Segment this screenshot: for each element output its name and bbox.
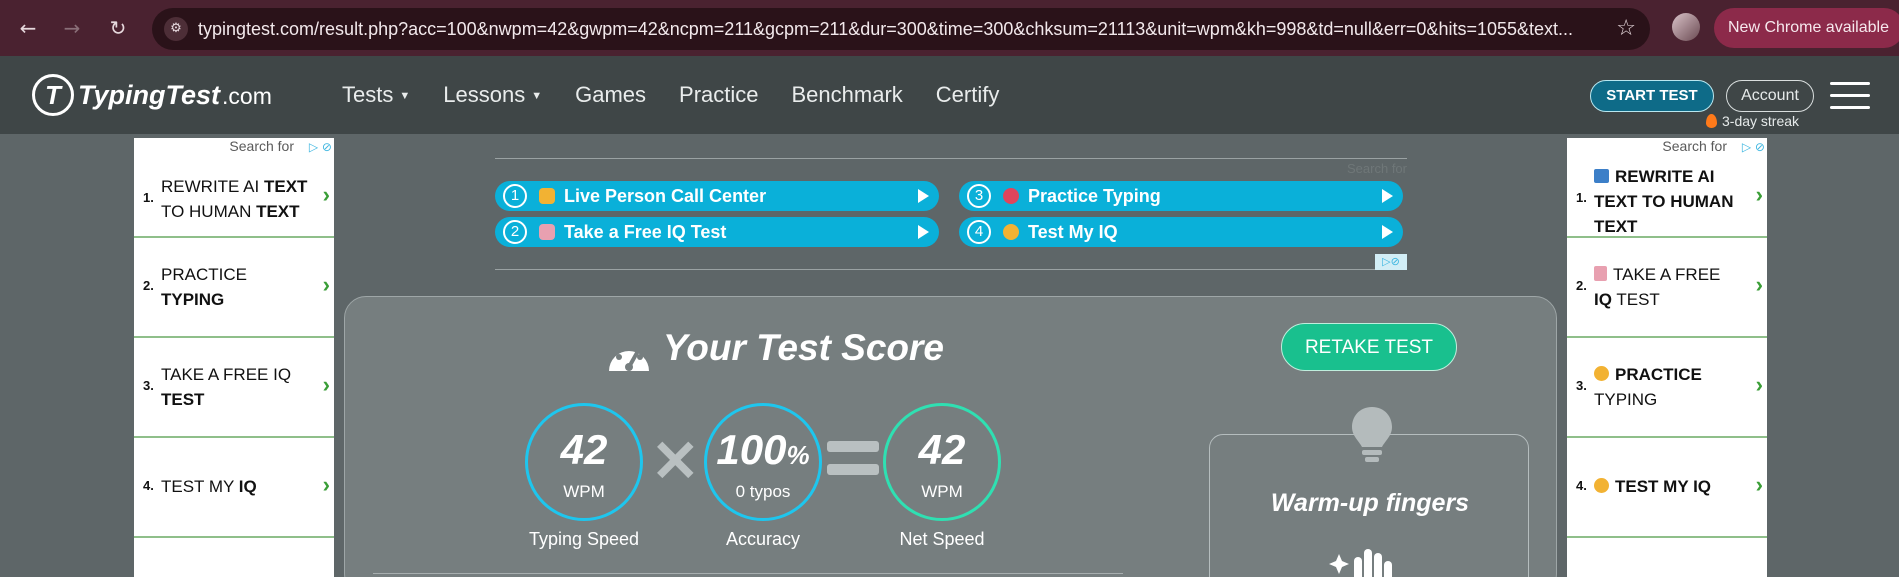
face-emoji-icon bbox=[1003, 224, 1019, 240]
caret-down-icon: ▼ bbox=[531, 90, 543, 102]
logo-text: TypingTest bbox=[78, 79, 221, 110]
caret-down-icon: ▼ bbox=[399, 90, 411, 102]
clipboard-emoji-icon bbox=[1594, 266, 1607, 281]
lightbulb-icon bbox=[1352, 407, 1392, 462]
typing-speed-label: Typing Speed bbox=[528, 529, 640, 549]
multiply-icon: ✕ bbox=[651, 429, 700, 494]
start-test-button[interactable]: START TEST bbox=[1590, 80, 1714, 112]
ad-link[interactable]: 4. TEST MY IQ › bbox=[1567, 438, 1767, 538]
accuracy-value: 100% bbox=[716, 426, 810, 473]
book-emoji-icon bbox=[1594, 169, 1609, 183]
account-button[interactable]: Account bbox=[1726, 80, 1814, 112]
typing-speed-unit: WPM bbox=[563, 482, 605, 501]
banner-ad-link[interactable]: 4 Test My IQ bbox=[959, 217, 1403, 247]
site-info-icon[interactable]: ⚙ bbox=[164, 17, 188, 41]
adchoices-icon[interactable]: ▷⊘ bbox=[1375, 254, 1407, 270]
typing-speed-circle: 42 WPM bbox=[525, 403, 643, 521]
handshake-emoji-icon bbox=[539, 188, 555, 204]
face-emoji-icon bbox=[1594, 478, 1609, 493]
banner-ad-link[interactable]: 3 Practice Typing bbox=[959, 181, 1403, 211]
nav-practice[interactable]: Practice bbox=[679, 82, 758, 108]
chrome-update-button[interactable]: New Chrome available bbox=[1714, 8, 1899, 48]
back-icon[interactable]: ← bbox=[14, 14, 42, 42]
site-logo[interactable]: T TypingTest.com bbox=[32, 74, 272, 116]
hamburger-menu-icon[interactable] bbox=[1830, 82, 1870, 110]
chevron-right-icon: › bbox=[1755, 472, 1763, 497]
speedometer-icon bbox=[609, 345, 649, 371]
nav-games[interactable]: Games bbox=[575, 82, 646, 108]
ad-link[interactable]: 3. TAKE A FREE IQ TEST › bbox=[134, 338, 334, 438]
target-emoji-icon bbox=[1003, 188, 1019, 204]
face-emoji-icon bbox=[1594, 366, 1609, 381]
adchoices-icon[interactable]: ▷ ⊘ bbox=[309, 139, 332, 155]
nav-benchmark[interactable]: Benchmark bbox=[792, 82, 903, 108]
nav-tests[interactable]: Tests ▼ bbox=[342, 82, 410, 108]
banner-ad-link[interactable]: 2 Take a Free IQ Test bbox=[495, 217, 939, 247]
tip-title: Warm-up fingers bbox=[1270, 489, 1470, 517]
play-arrow-icon bbox=[918, 225, 929, 239]
right-side-ad: Search for ▷ ⊘ 1. REWRITE AI TEXT TO HUMA… bbox=[1567, 138, 1767, 577]
main-nav: Tests ▼ Lessons ▼ Games Practice Benchmark… bbox=[342, 82, 1032, 108]
browser-toolbar: ← → ↻ ⚙ typingtest.com/result.php?acc=10… bbox=[0, 0, 1899, 56]
accuracy-typos: 0 typos bbox=[735, 482, 791, 501]
score-panel: Your Test Score RETAKE TEST 42 WPM Typin… bbox=[344, 296, 1557, 577]
nav-lessons[interactable]: Lessons ▼ bbox=[443, 82, 542, 108]
ad-link[interactable]: 2. TAKE A FREE IQ TEST › bbox=[1567, 238, 1767, 338]
clipboard-emoji-icon bbox=[539, 224, 555, 240]
ad-link[interactable]: 3. PRACTICE TYPING › bbox=[1567, 338, 1767, 438]
chevron-right-icon: › bbox=[322, 272, 330, 297]
ad-link[interactable]: 1. REWRITE AI TEXT TO HUMAN TEXT › bbox=[134, 156, 334, 238]
net-speed-circle: 42 WPM bbox=[883, 403, 1001, 521]
retake-test-button[interactable]: RETAKE TEST bbox=[1281, 323, 1457, 371]
chevron-right-icon: › bbox=[1755, 182, 1763, 207]
equals-icon bbox=[827, 441, 879, 475]
forward-icon[interactable]: → bbox=[58, 14, 86, 42]
play-arrow-icon bbox=[1382, 225, 1393, 239]
ad-search-for-label: Search for bbox=[1662, 138, 1727, 154]
profile-avatar[interactable] bbox=[1672, 13, 1700, 41]
chevron-right-icon: › bbox=[1755, 272, 1763, 297]
typing-speed-value: 42 bbox=[560, 426, 608, 473]
bookmark-star-icon[interactable]: ☆ bbox=[1616, 16, 1636, 41]
net-speed-unit: WPM bbox=[921, 482, 963, 501]
logo-t-icon: T bbox=[32, 74, 74, 116]
chevron-right-icon: › bbox=[1755, 372, 1763, 397]
reload-icon[interactable]: ↻ bbox=[104, 14, 132, 42]
site-header: T TypingTest.com Tests ▼ Lessons ▼ Games P… bbox=[0, 56, 1899, 134]
ad-search-for-label: Search for bbox=[229, 138, 294, 154]
streak-indicator: 3-day streak bbox=[1706, 113, 1799, 129]
chevron-right-icon: › bbox=[322, 182, 330, 207]
ad-link[interactable]: 4. TEST MY IQ › bbox=[134, 438, 334, 538]
logo-suffix: .com bbox=[222, 82, 272, 109]
chevron-right-icon: › bbox=[322, 472, 330, 497]
hand-sparkle-icon bbox=[1329, 549, 1392, 577]
url-text[interactable]: typingtest.com/result.php?acc=100&nwpm=4… bbox=[198, 19, 1588, 41]
score-title: Your Test Score bbox=[663, 327, 945, 368]
banner-ad-link[interactable]: 1 Live Person Call Center bbox=[495, 181, 939, 211]
adchoices-icon[interactable]: ▷ ⊘ bbox=[1742, 139, 1765, 155]
accuracy-circle: 100% 0 typos bbox=[704, 403, 822, 521]
net-speed-value: 42 bbox=[918, 426, 966, 473]
nav-certify[interactable]: Certify bbox=[936, 82, 1000, 108]
ad-link[interactable]: 1. REWRITE AI TEXT TO HUMAN TEXT › bbox=[1567, 156, 1767, 238]
chevron-right-icon: › bbox=[322, 372, 330, 397]
net-speed-label: Net Speed bbox=[899, 529, 985, 549]
play-arrow-icon bbox=[918, 189, 929, 203]
ad-link[interactable]: 2. PRACTICE TYPING › bbox=[134, 238, 334, 338]
address-bar[interactable]: ⚙ typingtest.com/result.php?acc=100&nwpm… bbox=[152, 8, 1650, 50]
left-side-ad: Search for ▷ ⊘ 1. REWRITE AI TEXT TO HUMA… bbox=[134, 138, 334, 577]
accuracy-label: Accuracy bbox=[725, 529, 801, 549]
play-arrow-icon bbox=[1382, 189, 1393, 203]
banner-ad: Search for 1 Live Person Call Center 3 P… bbox=[495, 158, 1407, 270]
flame-icon bbox=[1706, 114, 1717, 128]
divider bbox=[373, 573, 1123, 574]
banner-search-for-label: Search for bbox=[1347, 161, 1407, 176]
